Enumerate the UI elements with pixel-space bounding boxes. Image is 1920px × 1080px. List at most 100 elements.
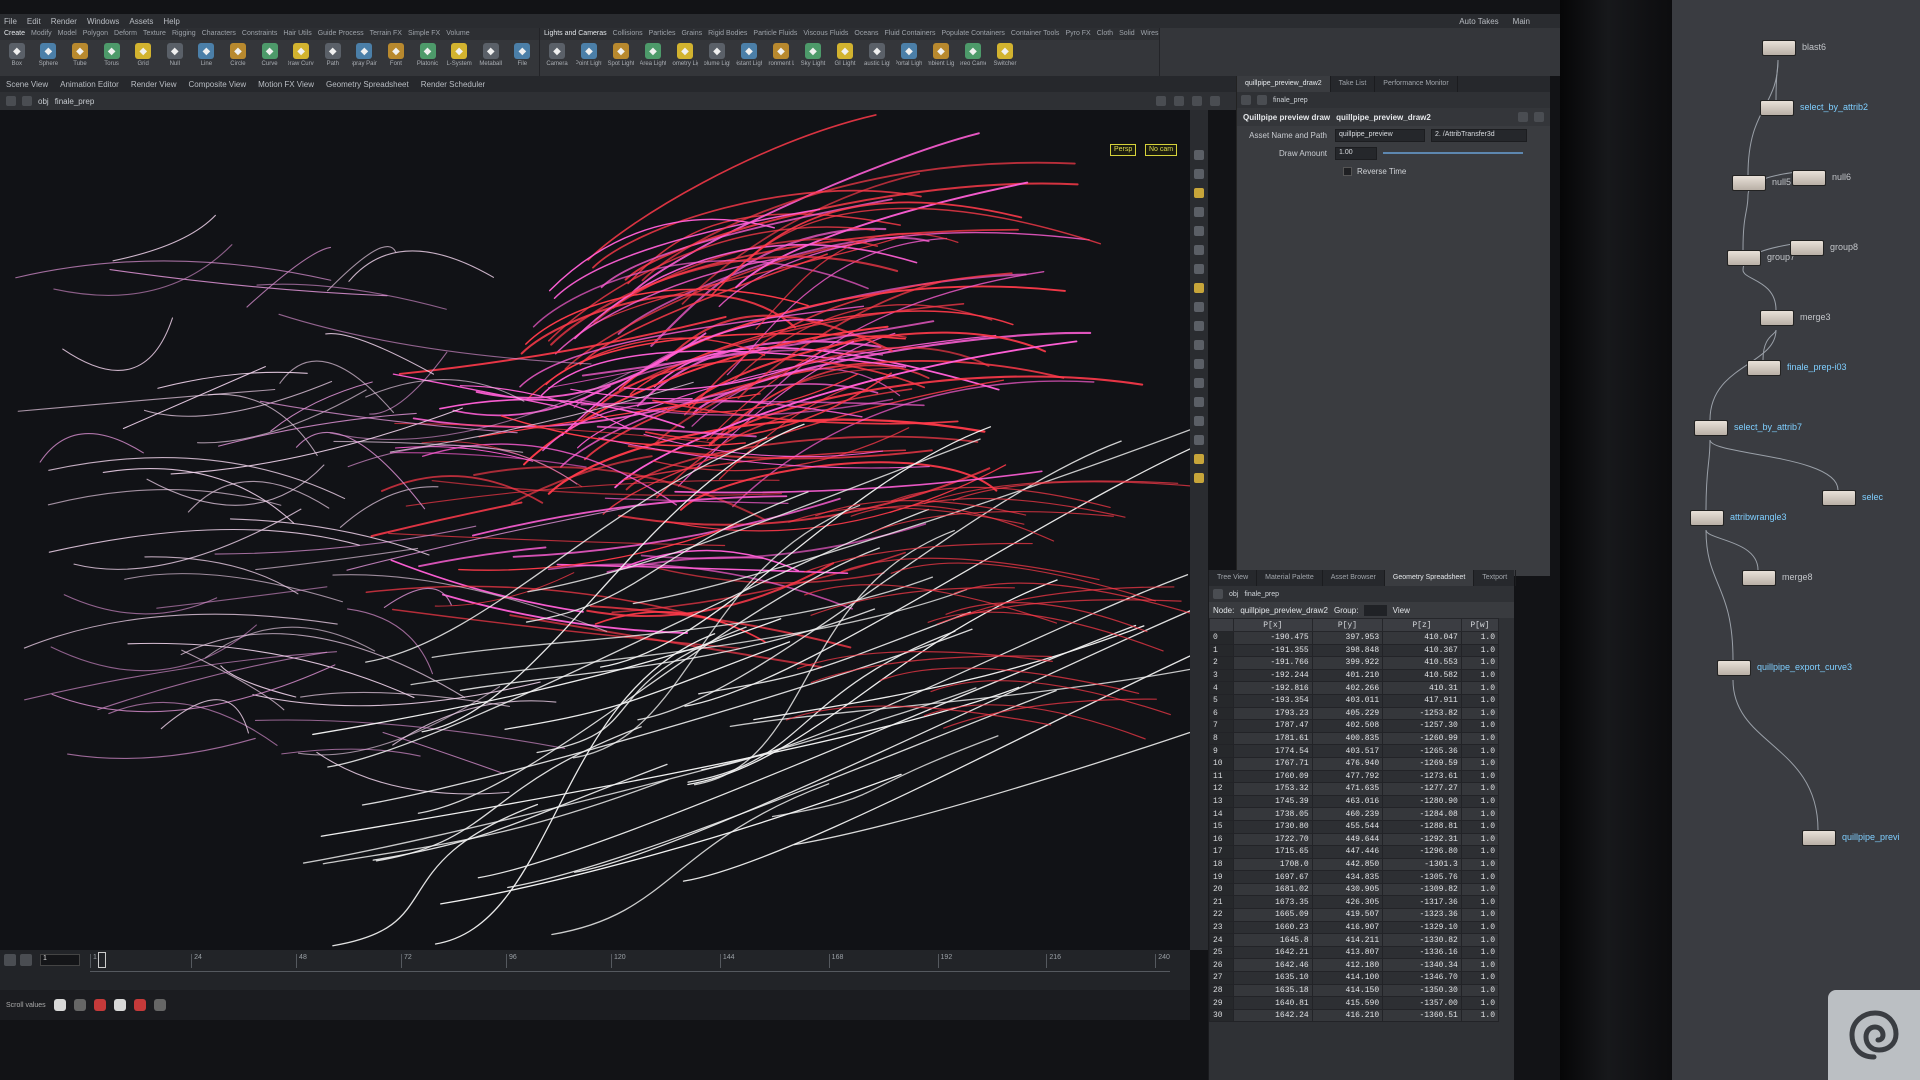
select-icon[interactable] (1194, 416, 1204, 426)
tool-path[interactable]: ◆ Path (320, 43, 346, 67)
auto-takes-toggle[interactable]: Auto Takes (1459, 17, 1498, 26)
shelf-tab-viscous-fluids[interactable]: Viscous Fluids (803, 30, 848, 38)
tab-tree-view[interactable]: Tree View (1209, 570, 1258, 586)
pen-icon[interactable] (1194, 340, 1204, 350)
shelf-tab-particle-fluids[interactable]: Particle Fluids (753, 30, 797, 38)
table-row[interactable]: 12 1753.32 471.635 -1277.27 1.0 (1209, 782, 1500, 796)
render-queue-icon[interactable] (133, 999, 146, 1011)
desktop-tab-motion-fx-view[interactable]: Motion FX View (258, 80, 314, 89)
lock-icon[interactable] (1194, 169, 1204, 179)
table-row[interactable]: 25 1642.21 413.807 -1336.16 1.0 (1209, 945, 1500, 960)
record-icon[interactable] (93, 999, 106, 1011)
asset-select[interactable]: quillpipe_preview (1335, 128, 1425, 142)
node-name-field[interactable]: quillpipe_preview_draw2 (1336, 113, 1431, 122)
display-icon[interactable] (1194, 150, 1204, 160)
measure-icon[interactable] (1194, 359, 1204, 369)
table-row[interactable]: 26 1642.46 412.180 -1340.34 1.0 (1209, 958, 1500, 973)
shelf-tab-rigging[interactable]: Rigging (172, 30, 196, 38)
shelf-tab-hair-utils[interactable]: Hair Utils (283, 30, 311, 38)
network-node-group8[interactable] (1790, 240, 1824, 256)
table-row[interactable]: 24 1645.8 414.211 -1330.82 1.0 (1209, 933, 1500, 947)
tool-tube[interactable]: ◆ Tube (67, 43, 93, 67)
table-row[interactable]: 4 -192.816 402.266 410.31 1.0 (1209, 681, 1500, 695)
axes-icon[interactable] (1194, 397, 1204, 407)
table-row[interactable]: 6 1793.23 405.229 -1253.82 1.0 (1209, 706, 1500, 721)
tool-spray-paint[interactable]: ◆ Spray Paint (352, 43, 377, 67)
tool-geometry-light[interactable]: ◆ Geometry Light (672, 43, 698, 67)
tool-torus[interactable]: ◆ Torus (99, 43, 125, 67)
table-row[interactable]: 3 -192.244 401.210 410.582 1.0 (1209, 668, 1500, 683)
tab-performance-monitor[interactable]: Performance Monitor (1375, 76, 1458, 92)
asset-path-field[interactable]: 2. /AttribTransfer3d (1431, 128, 1527, 142)
draw-amount-field[interactable]: 1.00 (1335, 146, 1377, 160)
pin-icon[interactable] (1156, 96, 1166, 106)
table-row[interactable]: 2 -191.766 399.922 410.553 1.0 (1209, 656, 1500, 670)
network-node-quillpipe-export-curve3[interactable] (1717, 660, 1751, 676)
network-editor[interactable]: blast6 select_by_attrib2 null5 null6 group7 g… (1672, 0, 1920, 1080)
shelf-tab-lights-and-cameras[interactable]: Lights and Cameras (544, 30, 607, 38)
handle-icon[interactable] (1194, 302, 1204, 312)
param-path-node[interactable]: finale_prep (1273, 97, 1308, 104)
network-node-finale-prep-i03[interactable] (1747, 360, 1781, 376)
audio-icon[interactable] (113, 999, 126, 1011)
network-node-null6[interactable] (1792, 170, 1826, 186)
persp-badge[interactable]: Persp (1110, 144, 1137, 156)
tool-line[interactable]: ◆ Line (194, 43, 220, 67)
back-icon[interactable] (1241, 95, 1251, 105)
table-row[interactable]: 15 1730.80 455.544 -1288.81 1.0 (1209, 819, 1500, 834)
reverse-time-checkbox[interactable] (1343, 166, 1352, 176)
network-node-blast6[interactable] (1762, 40, 1796, 56)
table-row[interactable]: 10 1767.71 476.940 -1269.59 1.0 (1209, 756, 1500, 771)
tool-stereo-camera[interactable]: ◆ Stereo Camera (960, 43, 986, 67)
network-node-select-by-attrib7[interactable] (1694, 420, 1728, 436)
table-row[interactable]: 7 1787.47 402.508 -1257.30 1.0 (1209, 719, 1500, 733)
draw-amount-slider[interactable] (1383, 152, 1523, 154)
tool-ambient-light[interactable]: ◆ Ambient Light (928, 43, 954, 67)
shelf-tab-collisions[interactable]: Collisions (613, 30, 643, 38)
back-icon[interactable] (1213, 589, 1223, 599)
table-row[interactable]: 8 1781.61 400.835 -1260.99 1.0 (1209, 731, 1500, 746)
step-icon[interactable] (20, 954, 32, 966)
shelf-tab-terrain-fx[interactable]: Terrain FX (370, 30, 402, 38)
shelf-tab-solid[interactable]: Solid (1119, 30, 1135, 38)
desktop-tab-render-view[interactable]: Render View (131, 80, 177, 89)
shelf-tab-rigid-bodies[interactable]: Rigid Bodies (708, 30, 747, 38)
tool-spot-light[interactable]: ◆ Spot Light (608, 43, 634, 67)
shelf-tab-constraints[interactable]: Constraints (242, 30, 277, 38)
table-row[interactable]: 23 1660.23 416.907 -1329.10 1.0 (1209, 920, 1500, 935)
network-node-null5[interactable] (1732, 175, 1766, 191)
curve-icon[interactable] (1194, 435, 1204, 445)
table-row[interactable]: 27 1635.10 414.100 -1346.70 1.0 (1209, 971, 1500, 985)
tool-box[interactable]: ◆ Box (4, 43, 30, 67)
network-node-quillpipe-previ[interactable] (1802, 830, 1836, 846)
tab-asset-browser[interactable]: Asset Browser (1323, 570, 1385, 586)
table-row[interactable]: 28 1635.18 414.150 -1350.30 1.0 (1209, 983, 1500, 998)
tool-null[interactable]: ◆ Null (162, 43, 188, 67)
tool-area-light[interactable]: ◆ Area Light (640, 43, 666, 67)
shelf-tab-create[interactable]: Create (4, 30, 25, 38)
scene-viewport[interactable]: Persp No cam (0, 110, 1190, 950)
display-options-icon[interactable] (1192, 96, 1202, 106)
tool-draw-curve[interactable]: ◆ Draw Curve (288, 43, 314, 67)
network-node-merge3[interactable] (1760, 310, 1794, 326)
group-field[interactable] (1364, 604, 1387, 616)
snapshot-icon[interactable] (1210, 96, 1220, 106)
tool-portal-light[interactable]: ◆ Portal Light (896, 43, 922, 67)
back-icon[interactable] (6, 96, 16, 106)
perf-icon[interactable] (153, 999, 166, 1011)
snap-icon[interactable] (1194, 321, 1204, 331)
table-row[interactable]: 29 1640.81 415.590 -1357.00 1.0 (1209, 996, 1500, 1010)
wireframe-icon[interactable] (1194, 264, 1204, 274)
table-row[interactable]: 22 1665.09 419.507 -1323.36 1.0 (1209, 908, 1500, 922)
menu-file[interactable]: File (4, 17, 17, 26)
tool-environment-light[interactable]: ◆ Environment Light (768, 43, 794, 67)
shelf-tab-particles[interactable]: Particles (649, 30, 676, 38)
timeline-ruler[interactable]: 1 24 48 72 96 120 144 168 192 216 240 (90, 954, 1170, 972)
tool-distant-light[interactable]: ◆ Distant Light (736, 43, 762, 67)
shelf-tab-pyro-fx[interactable]: Pyro FX (1065, 30, 1090, 38)
path-obj[interactable]: obj (38, 97, 49, 106)
network-node-group7[interactable] (1727, 250, 1761, 266)
view-button[interactable]: View (1393, 606, 1410, 615)
column-header[interactable]: P[x] (1233, 618, 1313, 632)
shaded-icon[interactable] (1194, 283, 1204, 293)
